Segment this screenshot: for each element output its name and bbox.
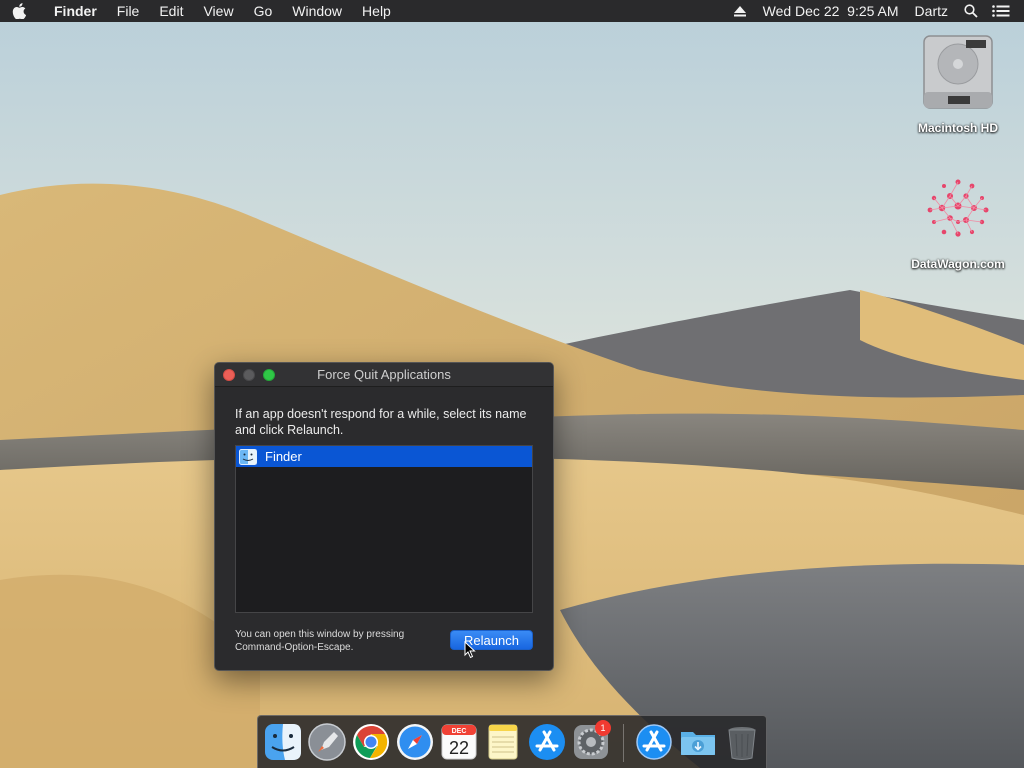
downloads-folder-icon [681,732,715,755]
menu-window[interactable]: Window [282,0,352,22]
minimize-button [243,369,255,381]
dock-calendar[interactable]: DEC 22 [439,722,479,762]
menu-app-name[interactable]: Finder [38,0,107,22]
dock-finder[interactable] [263,722,303,762]
calendar-month: DEC [452,728,467,735]
eject-icon[interactable] [725,0,755,22]
zoom-button[interactable] [263,369,275,381]
safari-icon [397,724,433,760]
user-name[interactable]: Dartz [907,0,956,22]
clock[interactable]: Wed Dec 22 9:25 AM [755,0,907,22]
menu-bar: Finder File Edit View Go Window Help Wed… [0,0,1024,22]
dock-launchpad[interactable] [307,722,347,762]
spotlight-search-icon[interactable] [956,0,986,22]
force-quit-window: Force Quit Applications If an app doesn'… [214,362,554,671]
calendar-icon: DEC 22 [441,724,477,760]
window-titlebar[interactable]: Force Quit Applications [215,363,553,387]
dock-app-store-download[interactable] [634,722,674,762]
calendar-day: 22 [449,738,469,758]
relaunch-button[interactable]: Relaunch [450,630,533,650]
desktop-icon-macintosh-hd[interactable]: Macintosh HD [903,32,1013,135]
shortcut-hint: You can open this window by pressing Com… [235,629,405,653]
dock-safari[interactable] [395,722,435,762]
instructions-text: If an app doesn't respond for a while, s… [235,407,527,437]
apple-logo-icon[interactable] [0,0,38,22]
menu-file[interactable]: File [107,0,150,22]
dock-trash[interactable] [722,722,762,762]
menu-help[interactable]: Help [352,0,401,22]
close-button[interactable] [223,369,235,381]
dock-chrome[interactable] [351,722,391,762]
launchpad-icon [308,723,346,761]
trash-icon [728,727,756,760]
app-name: Finder [265,449,302,464]
hard-drive-icon [923,35,993,109]
network-logo-icon [927,179,989,237]
dock-notes[interactable] [483,722,523,762]
desktop-icon-label: DataWagon.com [911,257,1005,271]
menu-view[interactable]: View [193,0,243,22]
mouse-cursor-icon [464,641,476,659]
dock-separator [623,724,624,762]
desktop-icon-datawagon[interactable]: DataWagon.com [903,172,1013,271]
menu-go[interactable]: Go [244,0,283,22]
desktop-icon-label: Macintosh HD [917,121,998,135]
dock: DEC 22 1 [257,715,767,768]
finder-icon [239,448,257,465]
finder-icon [265,724,301,760]
window-title: Force Quit Applications [317,367,451,382]
app-list-item[interactable]: Finder [236,446,532,467]
chrome-icon [353,724,389,760]
app-store-icon [529,724,565,760]
dock-downloads[interactable] [678,722,718,762]
notification-badge: 1 [595,720,611,736]
dock-app-store[interactable] [527,722,567,762]
notes-icon [488,724,518,760]
app-store-download-icon [636,724,672,760]
notification-center-icon[interactable] [986,0,1016,22]
app-list[interactable]: Finder [235,445,533,613]
menu-edit[interactable]: Edit [149,0,193,22]
